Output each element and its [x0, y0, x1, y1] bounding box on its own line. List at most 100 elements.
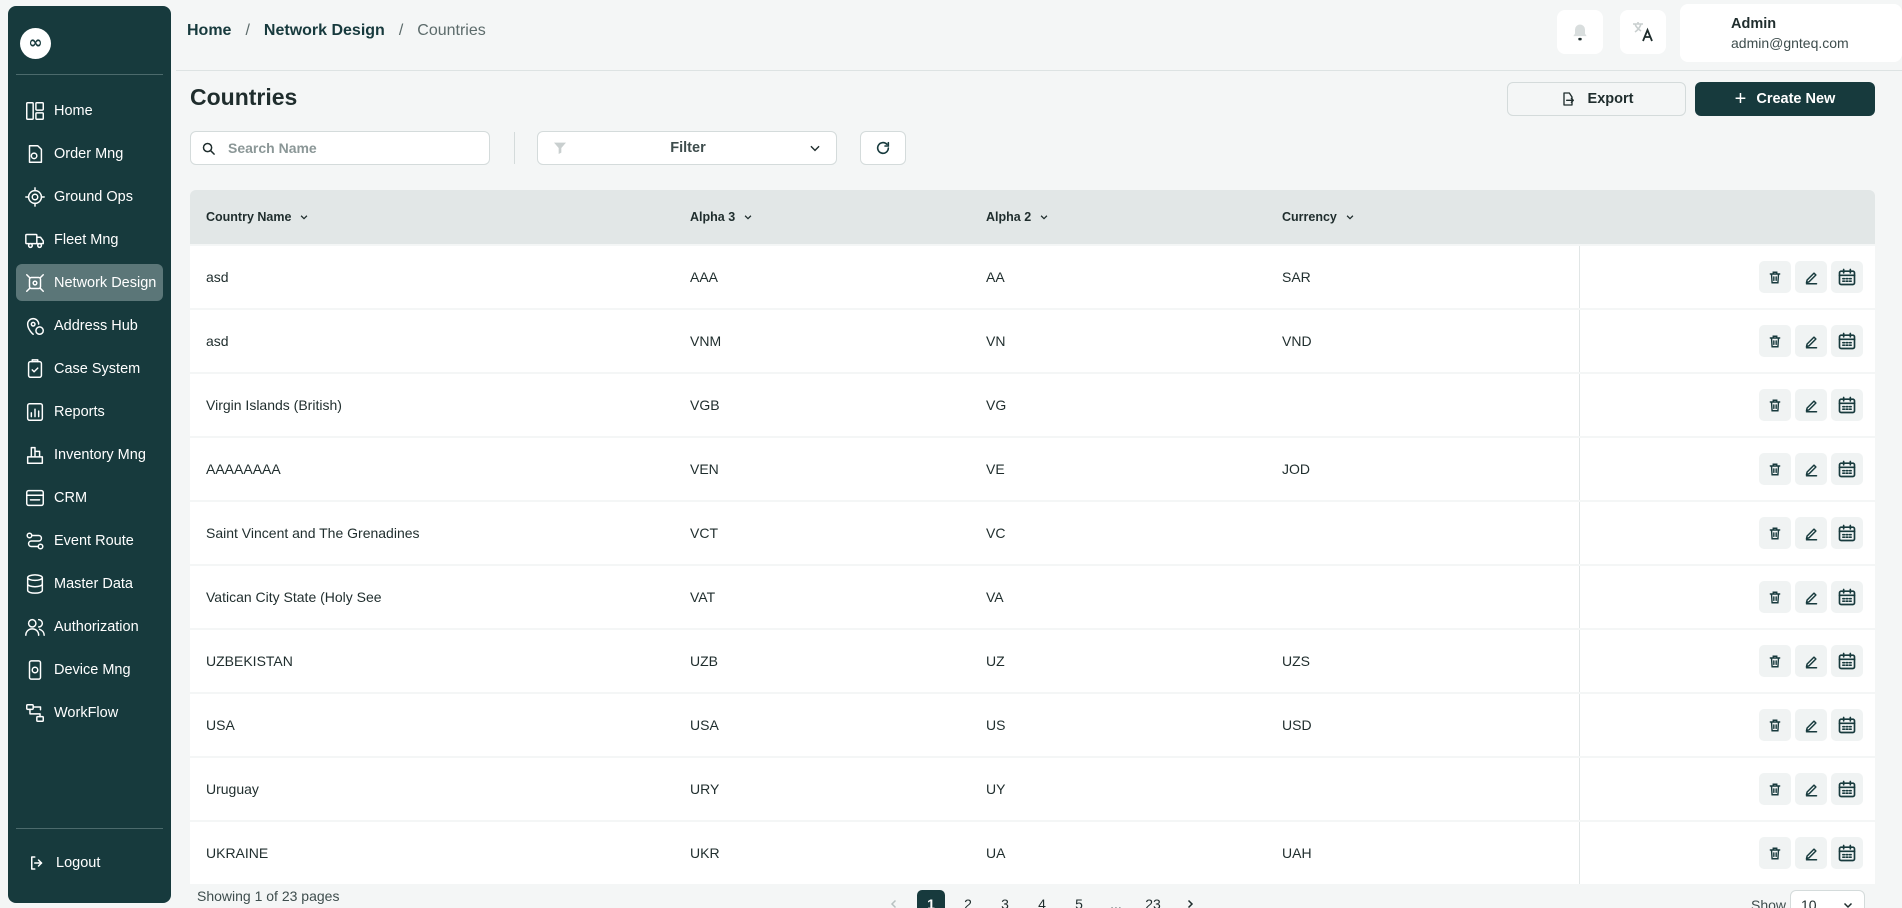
sidebar-item-home[interactable]: Home: [16, 92, 163, 129]
sidebar-item-inventory-mng[interactable]: Inventory Mng: [16, 436, 163, 473]
workflow-icon: [26, 703, 44, 722]
edit-button[interactable]: [1795, 709, 1827, 741]
schedule-button[interactable]: [1831, 837, 1863, 869]
delete-button[interactable]: [1759, 645, 1791, 677]
sidebar-item-address-hub[interactable]: Address Hub: [16, 307, 163, 344]
schedule-button[interactable]: [1831, 645, 1863, 677]
column-header-country-name[interactable]: Country Name: [190, 210, 690, 224]
column-header-currency[interactable]: Currency: [1282, 210, 1565, 224]
page-button-4[interactable]: 4: [1028, 890, 1056, 908]
create-new-button[interactable]: + Create New: [1695, 82, 1875, 116]
delete-button[interactable]: [1759, 389, 1791, 421]
sidebar-item-crm[interactable]: CRM: [16, 479, 163, 516]
schedule-button[interactable]: [1831, 709, 1863, 741]
edit-icon: [1805, 463, 1817, 476]
table-row[interactable]: Vatican City State (Holy See VAT VA: [190, 566, 1875, 628]
export-icon: [1562, 92, 1574, 106]
schedule-button[interactable]: [1831, 389, 1863, 421]
edit-button[interactable]: [1795, 837, 1827, 869]
refresh-button[interactable]: [860, 131, 906, 165]
language-button[interactable]: [1620, 10, 1666, 54]
schedule-button[interactable]: [1831, 325, 1863, 357]
sidebar-item-label: Case System: [54, 360, 141, 377]
next-page-button[interactable]: [1176, 890, 1204, 908]
page-button-1[interactable]: 1: [917, 890, 945, 908]
page-size-select[interactable]: 10: [1790, 890, 1865, 908]
schedule-button[interactable]: [1831, 773, 1863, 805]
breadcrumb-network-design[interactable]: Network Design: [264, 22, 385, 40]
sidebar-item-order-mng[interactable]: Order Mng: [16, 135, 163, 172]
sidebar-item-reports[interactable]: Reports: [16, 393, 163, 430]
sidebar-item-authorization[interactable]: Authorization: [16, 608, 163, 645]
app-logo[interactable]: ∞: [20, 28, 51, 59]
column-header-alpha-2[interactable]: Alpha 2: [986, 210, 1282, 224]
edit-button[interactable]: [1795, 325, 1827, 357]
edit-button[interactable]: [1795, 581, 1827, 613]
prev-page-button[interactable]: [880, 890, 908, 908]
delete-button[interactable]: [1759, 773, 1791, 805]
delete-button[interactable]: [1759, 837, 1791, 869]
sidebar-item-ground-ops[interactable]: Ground Ops: [16, 178, 163, 215]
edit-button[interactable]: [1795, 261, 1827, 293]
refresh-icon: [876, 141, 890, 155]
logo-glyph: ∞: [28, 33, 43, 53]
sidebar-item-case-system[interactable]: Case System: [16, 350, 163, 387]
cell-currency: SAR: [1282, 269, 1311, 285]
sidebar-item-device-mng[interactable]: Device Mng: [16, 651, 163, 688]
route-icon: [26, 531, 44, 550]
search-input[interactable]: [228, 140, 468, 156]
ground-ops-icon: [25, 186, 45, 207]
logout-button[interactable]: Logout: [28, 854, 100, 872]
schedule-button[interactable]: [1831, 453, 1863, 485]
schedule-button[interactable]: [1831, 517, 1863, 549]
sidebar-item-network-design[interactable]: Network Design: [16, 264, 163, 301]
table-row[interactable]: UZBEKISTAN UZB UZ UZS: [190, 630, 1875, 692]
sidebar-item-master-data[interactable]: Master Data: [16, 565, 163, 602]
cell-alpha-3: VEN: [690, 461, 719, 477]
user-card[interactable]: Admin admin@gnteq.com: [1680, 4, 1902, 62]
sidebar-item-event-route[interactable]: Event Route: [16, 522, 163, 559]
table-row[interactable]: asd VNM VN VND: [190, 310, 1875, 372]
table-row[interactable]: USA USA US USD: [190, 694, 1875, 756]
column-header-alpha-3[interactable]: Alpha 3: [690, 210, 986, 224]
delete-button[interactable]: [1759, 517, 1791, 549]
table-row[interactable]: Saint Vincent and The Grenadines VCT VC: [190, 502, 1875, 564]
delete-button[interactable]: [1759, 581, 1791, 613]
table-row[interactable]: Uruguay URY UY: [190, 758, 1875, 820]
table-row[interactable]: UKRAINE UKR UA UAH: [190, 822, 1875, 884]
page-button-5[interactable]: 5: [1065, 890, 1093, 908]
edit-button[interactable]: [1795, 517, 1827, 549]
delete-button[interactable]: [1759, 325, 1791, 357]
table-row[interactable]: asd AAA AA SAR: [190, 246, 1875, 308]
trash-icon: [1769, 399, 1781, 411]
chevron-down-icon: [810, 145, 820, 152]
notifications-button[interactable]: [1557, 10, 1603, 54]
delete-button[interactable]: [1759, 453, 1791, 485]
table-row[interactable]: Virgin Islands (British) VGB VG: [190, 374, 1875, 436]
cell-currency: UAH: [1282, 845, 1312, 861]
edit-button[interactable]: [1795, 389, 1827, 421]
cell-alpha-3: VAT: [690, 589, 716, 605]
edit-button[interactable]: [1795, 453, 1827, 485]
edit-button[interactable]: [1795, 645, 1827, 677]
export-button[interactable]: Export: [1507, 82, 1686, 116]
edit-button[interactable]: [1795, 773, 1827, 805]
schedule-button[interactable]: [1831, 581, 1863, 613]
page-button-3[interactable]: 3: [991, 890, 1019, 908]
delete-button[interactable]: [1759, 709, 1791, 741]
column-divider: [1579, 374, 1580, 436]
table-row[interactable]: AAAAAAAA VEN VE JOD: [190, 438, 1875, 500]
page-button-2[interactable]: 2: [954, 890, 982, 908]
breadcrumb-current: Countries: [417, 22, 486, 39]
cell-currency: VND: [1282, 333, 1312, 349]
filter-dropdown[interactable]: Filter: [537, 131, 837, 165]
column-divider: [1579, 438, 1580, 500]
delete-button[interactable]: [1759, 261, 1791, 293]
page-button-23[interactable]: 23: [1139, 890, 1167, 908]
breadcrumb-home[interactable]: Home: [187, 22, 231, 40]
schedule-button[interactable]: [1831, 261, 1863, 293]
row-actions: [1755, 325, 1863, 357]
sidebar-item-fleet-mng[interactable]: Fleet Mng: [16, 221, 163, 258]
sidebar-item-workflow[interactable]: WorkFlow: [16, 694, 163, 731]
calendar-icon: [1838, 652, 1856, 670]
